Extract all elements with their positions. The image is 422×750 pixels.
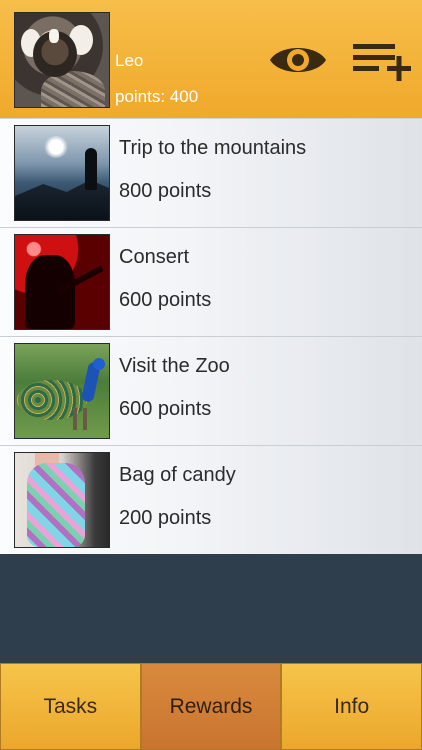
reward-title: Visit the Zoo	[119, 355, 230, 377]
eye-icon	[270, 48, 326, 72]
tab-info[interactable]: Info	[281, 663, 422, 750]
app-header: Leo points: 400	[0, 0, 422, 118]
bottom-tab-bar: Tasks Rewards Info	[0, 663, 422, 750]
reward-item[interactable]: Bag of candy 200 points	[0, 445, 422, 554]
reward-points: 800 points	[119, 180, 212, 202]
playlist-add-icon	[353, 44, 411, 81]
thumb-candy-bag	[27, 463, 85, 547]
reward-thumbnail-mountains	[14, 125, 110, 221]
reward-thumbnail-concert	[14, 234, 110, 330]
reward-points: 600 points	[119, 398, 212, 420]
reward-title: Bag of candy	[119, 464, 236, 486]
thumb-peacock-head	[93, 358, 105, 370]
view-button[interactable]	[268, 40, 328, 80]
avatar-blaze	[49, 29, 59, 43]
user-avatar[interactable]	[14, 12, 110, 108]
rewards-list: Trip to the mountains 800 points Consert…	[0, 118, 422, 554]
reward-thumbnail-candy	[14, 452, 110, 548]
tab-tasks[interactable]: Tasks	[0, 663, 141, 750]
reward-title: Consert	[119, 246, 190, 268]
reward-points: 200 points	[119, 507, 212, 529]
user-name: Leo	[115, 51, 144, 70]
user-points: points: 400	[115, 87, 199, 106]
reward-item[interactable]: Consert 600 points	[0, 227, 422, 336]
reward-title: Trip to the mountains	[119, 137, 307, 159]
thumb-guitarist	[25, 255, 75, 329]
reward-item[interactable]: Trip to the mountains 800 points	[0, 118, 422, 227]
tab-rewards[interactable]: Rewards	[140, 663, 282, 750]
thumb-peacock-legs	[73, 408, 77, 430]
thumb-sun	[43, 136, 69, 158]
reward-thumbnail-peacock	[14, 343, 110, 439]
reward-item[interactable]: Visit the Zoo 600 points	[0, 336, 422, 445]
reward-points: 600 points	[119, 289, 212, 311]
thumb-person	[85, 148, 97, 190]
add-reward-button[interactable]	[351, 40, 413, 84]
